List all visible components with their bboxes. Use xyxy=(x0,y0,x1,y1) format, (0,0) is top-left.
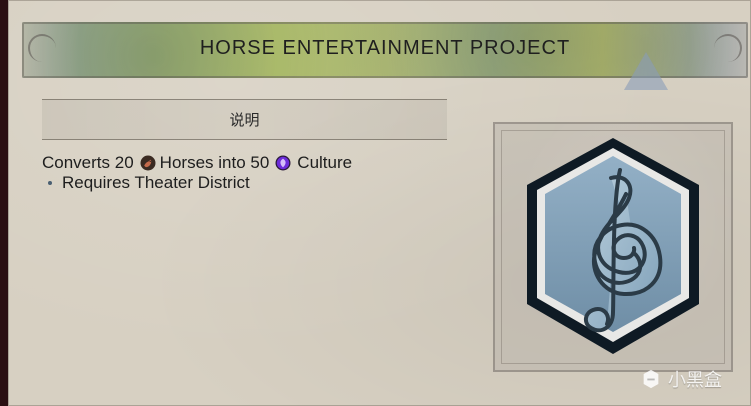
watermark: 小黑盒 xyxy=(640,366,722,392)
section-header: 说明 xyxy=(42,99,447,140)
section-title: 说明 xyxy=(229,112,260,129)
bullet-dot xyxy=(48,181,52,185)
conversion-suffix-text: Culture xyxy=(297,153,353,172)
conversion-mid-text: Horses into 50 xyxy=(159,153,270,172)
culture-icon xyxy=(275,155,291,171)
requirement-line: Requires Theater District xyxy=(42,173,462,193)
watermark-text: 小黑盒 xyxy=(668,370,722,390)
project-title: HORSE ENTERTAINMENT PROJECT xyxy=(199,37,571,59)
conversion-prefix-text: Converts 20 xyxy=(42,153,134,172)
requirement-text: Requires Theater District xyxy=(62,173,250,192)
project-description: Converts 20 Horses into 50 Culture Requi… xyxy=(42,153,462,193)
title-banner: HORSE ENTERTAINMENT PROJECT xyxy=(22,22,748,90)
horse-icon xyxy=(140,155,156,171)
project-panel: HORSE ENTERTAINMENT PROJECT 说明 Converts … xyxy=(8,0,751,406)
conversion-line: Converts 20 Horses into 50 Culture xyxy=(42,153,462,173)
watermark-icon xyxy=(643,369,659,389)
project-icon-frame xyxy=(493,122,733,372)
music-note-icon xyxy=(527,138,699,354)
